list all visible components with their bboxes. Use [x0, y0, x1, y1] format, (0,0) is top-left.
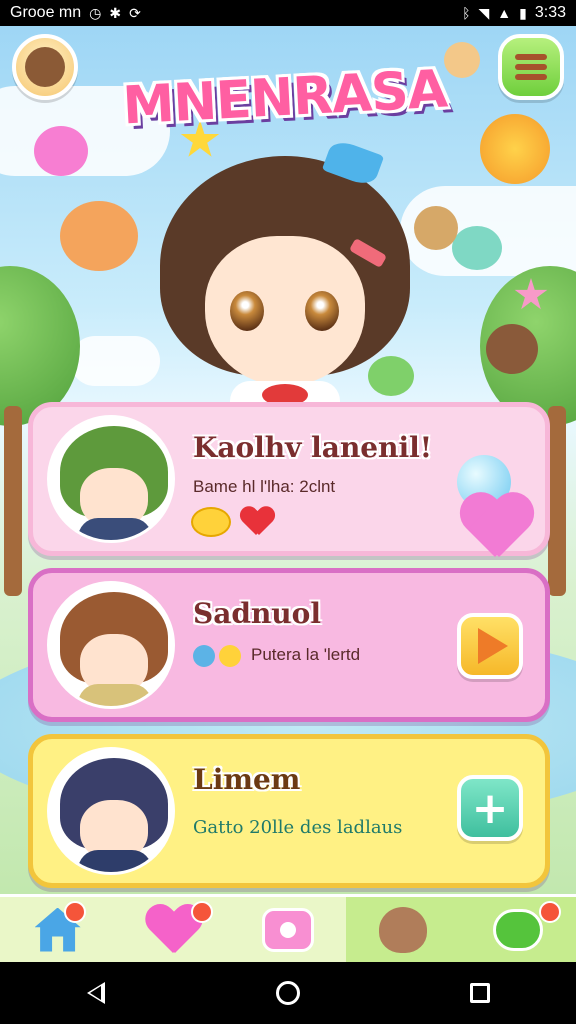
back-icon: [87, 982, 105, 1004]
smiley-face-icon: [191, 507, 231, 537]
card-sadnuol[interactable]: Sadnuol Putera la 'lertd: [28, 568, 550, 722]
sparkle-blue-icon: [193, 645, 215, 667]
play-button[interactable]: [457, 613, 523, 679]
card-title: Limem: [193, 763, 301, 796]
chat-icon: [493, 908, 544, 951]
tab-pets[interactable]: [345, 897, 461, 962]
plus-icon: +: [471, 782, 509, 834]
card-subtitle: Bame hl l'lha: 2clnt: [193, 477, 336, 496]
card-kaolhv[interactable]: Kaolhv lanenil! Bame hl l'lha: 2clnt: [28, 402, 550, 556]
sparkle-yellow-icon: [219, 645, 241, 667]
card-subtitle: Putera la 'lertd: [251, 645, 361, 664]
tab-home[interactable]: [0, 897, 115, 962]
heart-balloon-icon: [457, 495, 533, 555]
notification-badge: [538, 901, 561, 923]
card-list: Kaolhv lanenil! Bame hl l'lha: 2clnt Sad…: [0, 26, 576, 962]
status-time: 3:33: [534, 4, 566, 21]
status-right: ᛒ ◥ ▲ ▮ 3:33: [462, 4, 566, 22]
play-icon: [478, 628, 508, 664]
card-subtitle: Gatto 20lle des ladlaus: [193, 817, 403, 838]
status-left: Grooe mn ◷ ✱ ⟳: [10, 4, 141, 22]
recents-icon: [470, 983, 490, 1003]
sparkle-icon: [193, 645, 241, 667]
pet-icon: [379, 906, 428, 953]
heart-icon: [241, 507, 273, 537]
add-button[interactable]: +: [457, 775, 523, 841]
card-title: Sadnuol: [193, 597, 321, 630]
settings-icon: ✱: [109, 4, 122, 21]
card-icon-row: [191, 507, 273, 537]
tab-favorites[interactable]: [115, 897, 230, 962]
avatar-body: [78, 684, 152, 706]
home-circle-icon: [276, 981, 300, 1005]
status-bar: Grooe mn ◷ ✱ ⟳ ᛒ ◥ ▲ ▮ 3:33: [0, 0, 576, 26]
card-limem[interactable]: Limem Gatto 20lle des ladlaus +: [28, 734, 550, 888]
green-hair-character-avatar: [47, 415, 175, 543]
avatar-body: [78, 518, 152, 540]
back-button[interactable]: [66, 968, 126, 1018]
card-title: Kaolhv lanenil!: [193, 431, 433, 464]
recents-button[interactable]: [450, 968, 510, 1018]
tab-chat[interactable]: [460, 897, 576, 962]
notification-badge: [64, 901, 86, 923]
app-screen: MNENRASA Kaolhv lanenil! Bame hl l'lha: …: [0, 26, 576, 962]
tab-camera[interactable]: [230, 897, 345, 962]
bluetooth-icon: ᛒ: [462, 5, 471, 21]
bottom-tab-bar: [0, 894, 576, 962]
wifi-icon: ◥: [478, 4, 490, 21]
brown-hair-character-avatar: [47, 581, 175, 709]
clock-icon: ◷: [89, 4, 102, 21]
navy-hair-character-avatar: [47, 747, 175, 875]
status-carrier-text: Grooe mn: [10, 4, 82, 21]
home-button[interactable]: [258, 968, 318, 1018]
avatar-body: [78, 850, 152, 872]
sync-icon: ⟳: [129, 4, 141, 21]
system-nav-bar: [0, 962, 576, 1024]
camera-icon: [262, 907, 314, 952]
signal-icon: ▲: [497, 5, 512, 21]
battery-icon: ▮: [519, 4, 527, 21]
notification-badge: [191, 901, 214, 923]
